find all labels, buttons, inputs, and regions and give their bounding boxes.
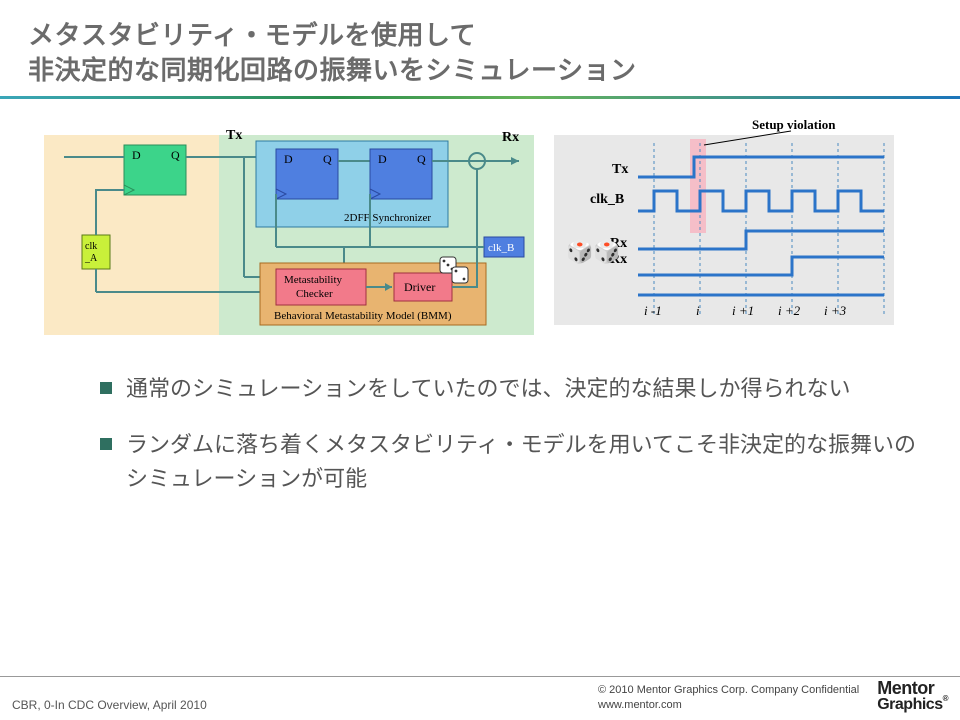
footer-legal: © 2010 Mentor Graphics Corp. Company Con…: [598, 683, 859, 712]
logo-reg: ®: [943, 694, 948, 703]
ff-a-D: D: [132, 148, 141, 162]
clk-b-label: clk_B: [488, 242, 514, 254]
figure-row: D Q clk _A Tx 2DFF Synchronizer D: [0, 117, 960, 342]
logo: Mentor Graphics®: [877, 681, 948, 712]
meta-checker-l1: Metastability: [284, 274, 343, 286]
tick-2: i +1: [732, 303, 754, 318]
title-rule: [0, 96, 960, 99]
ff-b2-Q: Q: [417, 152, 426, 166]
bullet-text: 通常のシミュレーションをしていたのでは、決定的な結果しか得られない: [126, 372, 850, 406]
tick-3: i +2: [778, 303, 801, 318]
ff-b1-D: D: [284, 152, 293, 166]
ff-a-Q: Q: [171, 148, 180, 162]
bullet-text: ランダムに落ち着くメタスタビリティ・モデルを用いてこそ非決定的な振舞いのシミュレ…: [126, 428, 920, 496]
ff-b1-Q: Q: [323, 152, 332, 166]
list-item: 通常のシミュレーションをしていたのでは、決定的な結果しか得られない: [100, 372, 920, 406]
clk-a-label-2: _A: [84, 253, 98, 264]
footer-left: CBR, 0-In CDC Overview, April 2010: [12, 698, 207, 712]
title-line-1: メタスタビリティ・モデルを使用して: [28, 20, 476, 50]
bullet-icon: [100, 382, 112, 394]
title-line-2: 非決定的な同期化回路の振舞いをシミュレーション: [28, 55, 636, 85]
footer: CBR, 0-In CDC Overview, April 2010 © 201…: [0, 676, 960, 720]
list-item: ランダムに落ち着くメタスタビリティ・モデルを用いてこそ非決定的な振舞いのシミュレ…: [100, 428, 920, 496]
logo-bottom: Graphics: [877, 696, 942, 713]
tick-4: i +3: [824, 303, 847, 318]
tick-1: i: [696, 303, 700, 318]
timing-dice-icon: 🎲🎲: [566, 239, 621, 264]
page-title: メタスタビリティ・モデルを使用して 非決定的な同期化回路の振舞いをシミュレーショ…: [0, 0, 960, 96]
bmm-label: Behavioral Metastability Model (BMM): [274, 310, 452, 322]
clk-a-label-1: clk: [85, 241, 97, 252]
setup-violation-label: Setup violation: [752, 117, 836, 132]
violation-band: [690, 139, 706, 233]
sync-label: 2DFF Synchronizer: [344, 212, 431, 224]
sig-clkb: clk_B: [590, 192, 624, 207]
bullet-icon: [100, 438, 112, 450]
footer-right: © 2010 Mentor Graphics Corp. Company Con…: [598, 681, 948, 712]
timing-diagram: Setup violation Tx clk_B Rx Rx 🎲🎲: [554, 117, 894, 342]
footer-legal-line1: © 2010 Mentor Graphics Corp. Company Con…: [598, 684, 859, 696]
tick-0: i -1: [644, 303, 662, 318]
meta-checker-l2: Checker: [296, 288, 333, 300]
sig-tx: Tx: [612, 162, 628, 177]
footer-legal-line2: www.mentor.com: [598, 699, 682, 711]
slide: メタスタビリティ・モデルを使用して 非決定的な同期化回路の振舞いをシミュレーショ…: [0, 0, 960, 720]
block-diagram: D Q clk _A Tx 2DFF Synchronizer D: [44, 117, 534, 342]
driver-label: Driver: [404, 280, 435, 294]
bullet-list: 通常のシミュレーションをしていたのでは、決定的な結果しか得られない ランダムに落…: [0, 342, 960, 496]
tx-label: Tx: [226, 128, 242, 143]
ff-b2-D: D: [378, 152, 387, 166]
rx-label: Rx: [502, 130, 519, 145]
